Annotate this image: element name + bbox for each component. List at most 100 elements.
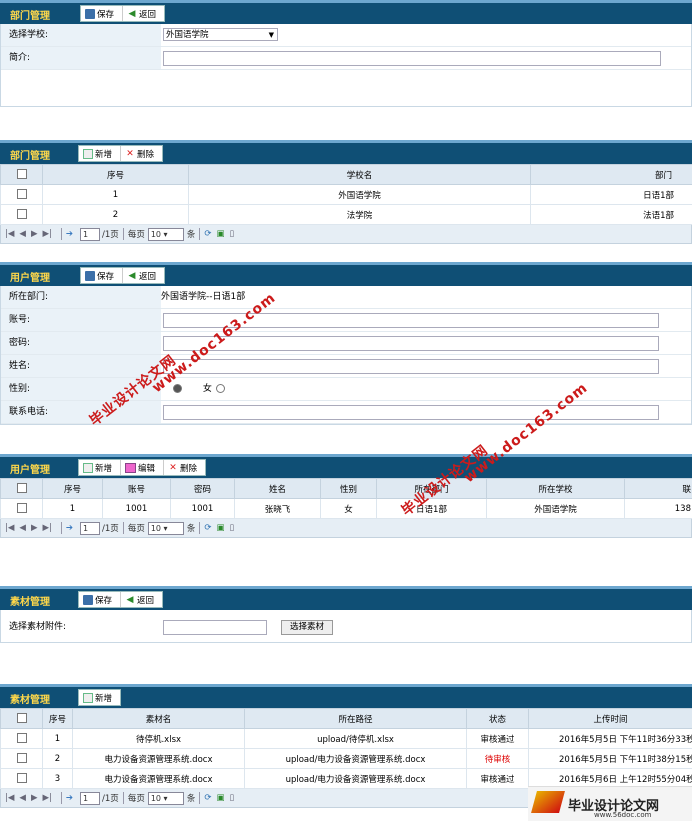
intro-input[interactable] [163,51,661,66]
cell-status: 待审核 [467,749,529,769]
cell-no: 2 [43,205,189,225]
site-logo: 毕业设计论文网 www.56doc.com [528,786,692,821]
table-row[interactable]: 2 法学院 法语1部 [1,205,692,225]
row-checkbox[interactable] [1,749,43,769]
refresh-icon[interactable]: ⟳ [204,229,211,239]
cell-no: 2 [43,749,73,769]
next-page-icon[interactable]: ▶ [31,523,38,533]
gender-male-radio[interactable] [173,384,182,393]
cell-school: 外国语学院 [189,185,531,205]
first-page-icon[interactable]: |◀ [5,523,14,533]
password-input[interactable] [163,336,659,351]
go-icon[interactable]: ➔ [66,229,73,239]
cell-no: 1 [43,185,189,205]
school-select[interactable]: 外国语学院▼ [163,28,278,41]
col-name: 素材名 [73,709,245,729]
prev-page-icon[interactable]: ◀ [19,523,26,533]
cell-no: 1 [43,729,73,749]
row-checkbox[interactable] [1,499,43,519]
page-input[interactable]: 1 [80,792,100,805]
print-icon[interactable]: ▯ [230,229,235,239]
table-header-row: 序号 学校名 部门 [1,165,692,185]
user-form-header: 用户管理 保存 ◀返回 [0,262,692,286]
go-icon[interactable]: ➔ [66,523,73,533]
next-page-icon[interactable]: ▶ [31,229,38,239]
page-input[interactable]: 1 [80,522,100,535]
pager: |◀◀▶▶| ➔ 1/1页 每页 10 ▾条 ⟳▣▯ [0,225,692,244]
cell-dept: 法语1部 [531,205,692,225]
material-table: 序号 素材名 所在路径 状态 上传时间 1 待停机.xlsx upload/待停… [0,708,692,789]
col-time: 上传时间 [529,709,692,729]
table-row[interactable]: 1 待停机.xlsx upload/待停机.xlsx 审核通过 2016年5月5… [1,729,692,749]
first-page-icon[interactable]: |◀ [5,229,14,239]
prev-page-icon[interactable]: ◀ [19,793,26,803]
cell-path: upload/待停机.xlsx [245,729,467,749]
back-button[interactable]: ◀返回 [121,592,162,607]
prev-page-icon[interactable]: ◀ [19,229,26,239]
row-checkbox[interactable] [1,205,43,225]
export-icon[interactable]: ▣ [216,523,224,533]
refresh-icon[interactable]: ⟳ [204,793,211,803]
add-button[interactable]: 新增 [79,460,121,475]
save-button[interactable]: 保存 [81,268,123,283]
table-row[interactable]: 1 外国语学院 日语1部 [1,185,692,205]
name-input[interactable] [163,359,659,374]
refresh-icon[interactable]: ⟳ [204,523,211,533]
name-row: 姓名: [1,355,691,378]
choose-material-button[interactable]: 选择素材 [281,620,333,635]
add-button[interactable]: 新增 [79,690,120,705]
per-page-select[interactable]: 10 ▾ [148,792,184,805]
phone-input[interactable] [163,405,659,420]
next-page-icon[interactable]: ▶ [31,793,38,803]
table-row[interactable]: 1 1001 1001 张晓飞 女 日语1部 外国语学院 138 [1,499,692,519]
cell-no: 1 [43,499,103,519]
delete-button[interactable]: ✕删除 [164,460,205,475]
last-page-icon[interactable]: ▶| [43,229,52,239]
select-all-checkbox[interactable] [1,709,43,729]
delete-button[interactable]: ✕删除 [121,146,162,161]
col-phone: 联 [625,479,692,499]
export-icon[interactable]: ▣ [216,229,224,239]
save-button[interactable]: 保存 [81,6,123,21]
gender-female-radio[interactable] [216,384,225,393]
col-account: 账号 [103,479,171,499]
edit-button[interactable]: 编辑 [121,460,164,475]
select-all-checkbox[interactable] [1,165,43,185]
per-page-select[interactable]: 10 ▾ [148,228,184,241]
print-icon[interactable]: ▯ [230,793,235,803]
per-page-select[interactable]: 10 ▾ [148,522,184,535]
account-input[interactable] [163,313,659,328]
file-input[interactable] [163,620,267,635]
export-icon[interactable]: ▣ [216,793,224,803]
table-header-row: 序号 素材名 所在路径 状态 上传时间 [1,709,692,729]
cell-gender: 女 [321,499,377,519]
col-school: 所在学校 [487,479,625,499]
print-icon[interactable]: ▯ [230,523,235,533]
save-button[interactable]: 保存 [79,592,121,607]
back-button[interactable]: ◀返回 [123,268,164,283]
gender-row: 性别: 女 [1,378,691,401]
add-button[interactable]: 新增 [79,146,121,161]
last-page-icon[interactable]: ▶| [43,523,52,533]
cell-school: 外国语学院 [487,499,625,519]
last-page-icon[interactable]: ▶| [43,793,52,803]
back-button[interactable]: ◀返回 [123,6,164,21]
first-page-icon[interactable]: |◀ [5,793,14,803]
page-input[interactable]: 1 [80,228,100,241]
row-checkbox[interactable] [1,185,43,205]
password-label: 密码: [1,332,161,354]
row-checkbox[interactable] [1,729,43,749]
row-checkbox[interactable] [1,769,43,789]
edit-icon [125,463,136,473]
cell-name: 待停机.xlsx [73,729,245,749]
col-no: 序号 [43,709,73,729]
toolbar: 新增 [78,689,121,706]
cell-status: 审核通过 [467,729,529,749]
col-password: 密码 [171,479,235,499]
select-all-checkbox[interactable] [1,479,43,499]
go-icon[interactable]: ➔ [66,793,73,803]
user-table: 序号 账号 密码 姓名 性别 所在部门 所在学校 联 1 1001 1001 张… [0,478,692,519]
cell-path: upload/电力设备资源管理系统.docx [245,769,467,789]
save-icon [85,271,95,281]
table-row[interactable]: 2 电力设备资源管理系统.docx upload/电力设备资源管理系统.docx… [1,749,692,769]
